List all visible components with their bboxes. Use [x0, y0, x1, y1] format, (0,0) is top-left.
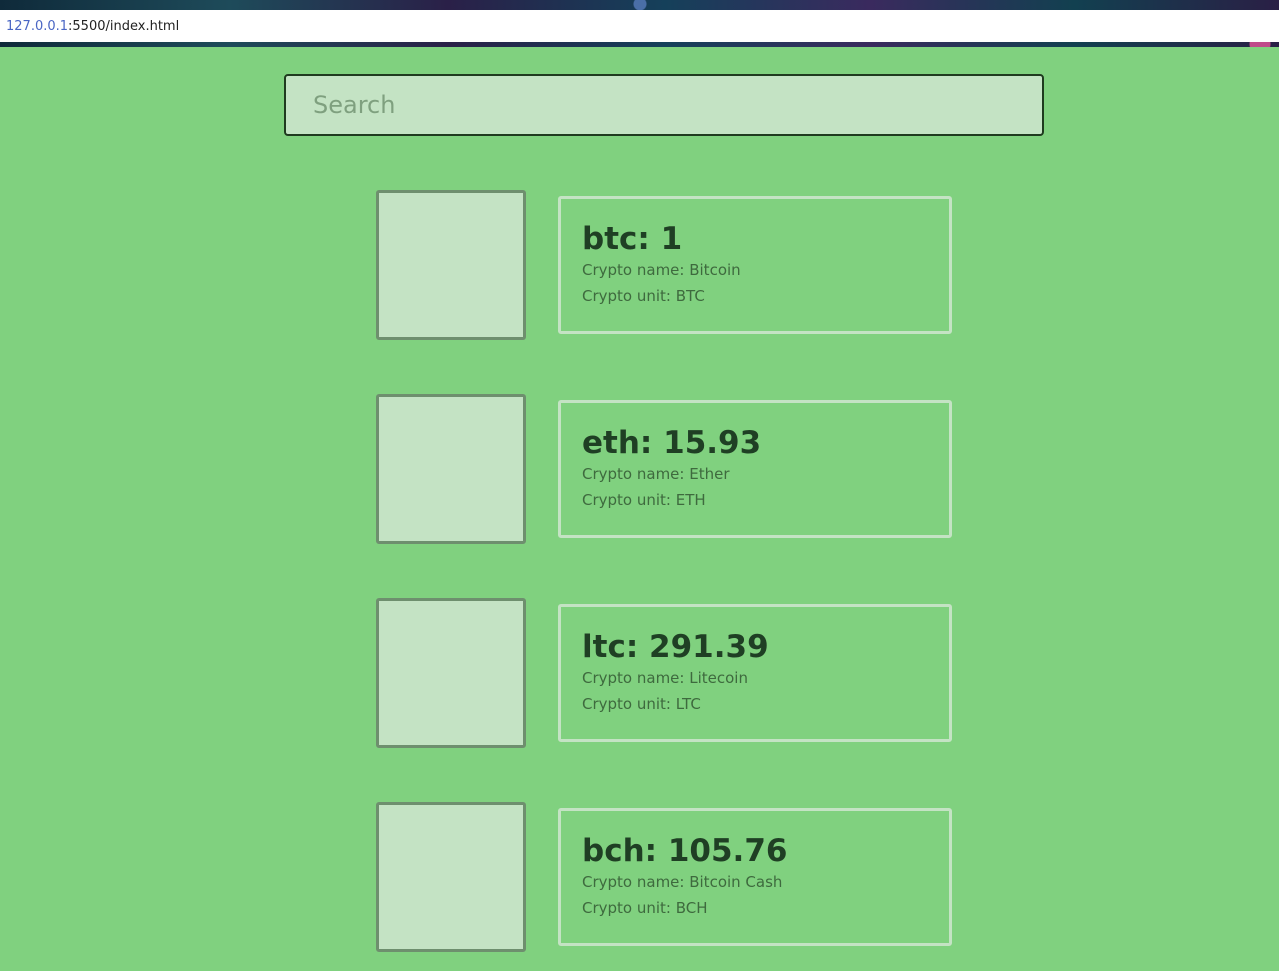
crypto-image-placeholder — [376, 598, 526, 748]
crypto-rate-title: ltc: 291.39 — [582, 629, 769, 665]
crypto-card: ltc: 291.39 Crypto name: Litecoin Crypto… — [558, 604, 952, 742]
crypto-unit-label: Crypto unit: ETH — [582, 491, 706, 509]
crypto-image-placeholder — [376, 190, 526, 340]
crypto-unit-label: Crypto unit: LTC — [582, 695, 701, 713]
address-bar[interactable]: 127.0.0.1:5500/index.html — [0, 10, 1279, 42]
url-path: :5500/index.html — [68, 18, 180, 34]
crypto-rate-title: bch: 105.76 — [582, 833, 788, 869]
crypto-row-ltc: ltc: 291.39 Crypto name: Litecoin Crypto… — [376, 598, 952, 748]
url-host: 127.0.0.1 — [6, 18, 69, 34]
crypto-image-placeholder — [376, 802, 526, 952]
crypto-card: btc: 1 Crypto name: Bitcoin Crypto unit:… — [558, 196, 952, 334]
crypto-card: bch: 105.76 Crypto name: Bitcoin Cash Cr… — [558, 808, 952, 946]
crypto-name-label: Crypto name: Litecoin — [582, 669, 748, 687]
crypto-unit-label: Crypto unit: BCH — [582, 899, 708, 917]
crypto-name-label: Crypto name: Bitcoin — [582, 261, 741, 279]
crypto-row-bch: bch: 105.76 Crypto name: Bitcoin Cash Cr… — [376, 802, 952, 952]
url-text[interactable]: 127.0.0.1:5500/index.html — [6, 19, 179, 34]
crypto-name-label: Crypto name: Bitcoin Cash — [582, 873, 783, 891]
crypto-image-placeholder — [376, 394, 526, 544]
crypto-row-eth: eth: 15.93 Crypto name: Ether Crypto uni… — [376, 394, 952, 544]
search-input[interactable] — [284, 74, 1044, 136]
crypto-rate-title: btc: 1 — [582, 221, 683, 257]
crypto-rate-title: eth: 15.93 — [582, 425, 762, 461]
crypto-card: eth: 15.93 Crypto name: Ether Crypto uni… — [558, 400, 952, 538]
crypto-name-label: Crypto name: Ether — [582, 465, 730, 483]
crypto-row-btc: btc: 1 Crypto name: Bitcoin Crypto unit:… — [376, 190, 952, 340]
crypto-unit-label: Crypto unit: BTC — [582, 287, 705, 305]
